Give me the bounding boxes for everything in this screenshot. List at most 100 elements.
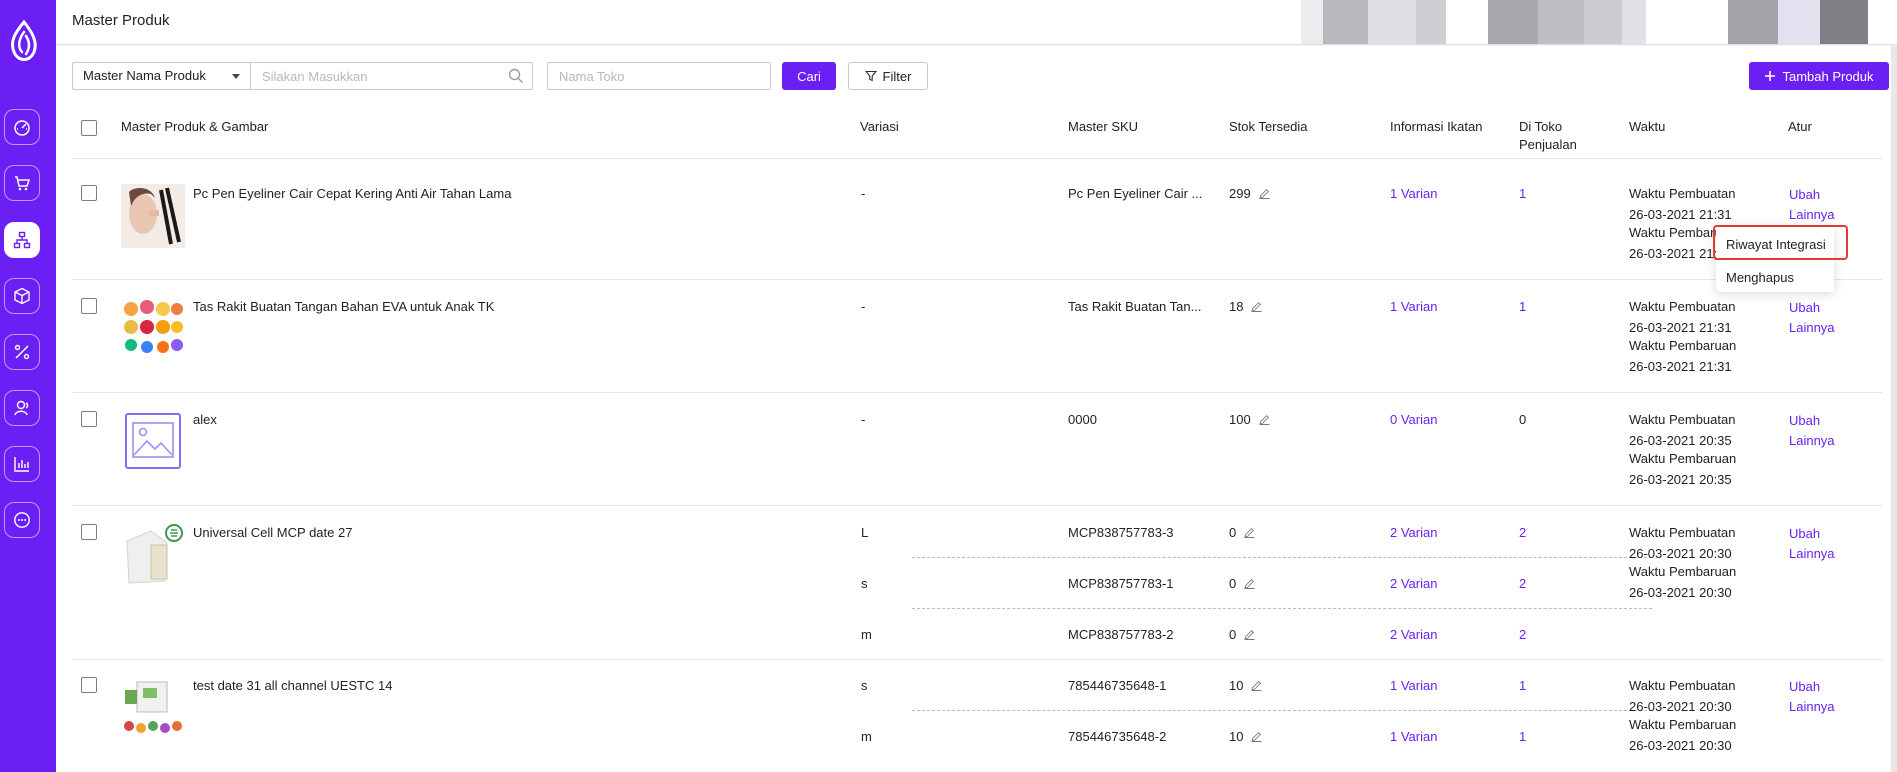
product-image[interactable] [121,184,185,248]
image-placeholder-icon[interactable] [123,411,183,471]
product-image[interactable] [121,297,185,361]
hierarchy-icon [13,231,31,249]
nav-orders[interactable] [4,165,40,201]
add-product-button[interactable]: Tambah Produk [1749,62,1889,90]
stores-link[interactable]: 1 [1519,728,1526,746]
edit-stock-icon[interactable] [1244,527,1255,538]
nav-dashboard[interactable] [4,109,40,145]
product-name[interactable]: test date 31 all channel UESTC 14 [193,677,392,695]
nav-products[interactable] [4,222,40,258]
edit-link[interactable]: Ubah [1789,678,1820,696]
nav-inventory[interactable] [4,278,40,314]
binding-info-link[interactable]: 1 Varian [1390,728,1437,746]
edit-link[interactable]: Ubah [1789,525,1820,543]
updated-time: 26-03-2021 20:35 [1629,472,1732,487]
shop-name-input[interactable] [547,62,771,90]
menu-item-delete[interactable]: Menghapus [1726,270,1794,285]
stores-link[interactable]: 1 [1519,185,1526,203]
account-blur [1488,0,1538,44]
edit-stock-icon[interactable] [1251,301,1262,312]
search-input[interactable] [250,62,533,90]
more-link[interactable]: Lainnya [1789,698,1835,716]
created-label: Waktu Pembuatan [1629,412,1736,427]
variation: s [861,678,868,693]
variant-divider [912,557,1652,558]
account-blur [1538,0,1584,44]
stores-link[interactable]: 2 [1519,524,1526,542]
column-header: Master Produk & Gambar [121,119,269,134]
scrollbar[interactable] [1891,46,1897,772]
stock-value: 10 [1229,729,1244,744]
binding-info-link[interactable]: 1 Varian [1390,298,1437,316]
product-name[interactable]: Universal Cell MCP date 27 [193,524,352,542]
stock-value: 0 [1229,627,1237,642]
row-checkbox[interactable] [81,677,97,693]
more-link[interactable]: Lainnya [1789,319,1835,337]
app-logo[interactable] [6,18,42,68]
row-checkbox[interactable] [81,524,97,540]
binding-info-link[interactable]: 0 Varian [1390,411,1437,429]
stock-cell: 18 [1229,298,1262,316]
column-header: Master SKU [1068,119,1139,134]
product-name[interactable]: Tas Rakit Buatan Tangan Bahan EVA untuk … [193,298,494,316]
edit-stock-icon[interactable] [1251,680,1262,691]
edit-stock-icon[interactable] [1244,629,1255,640]
created-label: Waktu Pembuatan [1629,678,1736,693]
row-divider [72,505,1882,506]
edit-link[interactable]: Ubah [1789,186,1820,204]
stock-cell: 10 [1229,728,1262,746]
percent-icon [14,344,30,360]
variation: L [861,525,869,540]
top-bar: Master Produk [56,0,1897,45]
row-checkbox[interactable] [81,185,97,201]
row-divider [72,659,1882,660]
stock-value: 10 [1229,678,1244,693]
search-type-select[interactable]: Master Nama Produk [72,62,251,90]
master-sku: Tas Rakit Buatan Tan... [1068,299,1202,314]
variation: m [861,729,872,744]
caret-down-icon [232,74,240,79]
more-link[interactable]: Lainnya [1789,206,1835,224]
nav-customers[interactable] [4,390,40,426]
filter-icon [864,70,877,82]
created-time: 26-03-2021 20:35 [1629,433,1732,448]
row-checkbox[interactable] [81,298,97,314]
avatar-blur [1728,0,1778,44]
variation: m [861,627,872,642]
edit-stock-icon[interactable] [1251,731,1262,742]
product-image[interactable] [121,676,185,740]
stores-link[interactable]: 1 [1519,677,1526,695]
product-name[interactable]: Pc Pen Eyeliner Cair Cepat Kering Anti A… [193,185,511,203]
stores-link[interactable]: 2 [1519,626,1526,644]
binding-info-link[interactable]: 2 Varian [1390,575,1437,593]
more-link[interactable]: Lainnya [1789,432,1835,450]
stores-link[interactable]: 1 [1519,298,1526,316]
edit-stock-icon[interactable] [1244,578,1255,589]
row-checkbox[interactable] [81,411,97,427]
stock-cell: 0 [1229,575,1255,593]
select-all-checkbox[interactable] [81,120,97,136]
binding-info-link[interactable]: 1 Varian [1390,185,1437,203]
stores-link[interactable]: 2 [1519,575,1526,593]
created-time: 26-03-2021 20:30 [1629,699,1732,714]
edit-link[interactable]: Ubah [1789,412,1820,430]
stock-value: 100 [1229,412,1251,427]
more-link[interactable]: Lainnya [1789,545,1835,563]
product-name[interactable]: alex [193,411,217,429]
column-header: Atur [1788,119,1812,134]
edit-stock-icon[interactable] [1259,414,1270,425]
updated-label: Waktu Pembaruan [1629,451,1737,466]
edit-stock-icon[interactable] [1259,188,1270,199]
search-icon[interactable] [508,68,524,84]
created-label: Waktu Pembuatan [1629,186,1736,201]
edit-link[interactable]: Ubah [1789,299,1820,317]
binding-info-link[interactable]: 2 Varian [1390,524,1437,542]
nav-reports[interactable] [4,446,40,482]
binding-info-link[interactable]: 2 Varian [1390,626,1437,644]
filter-button[interactable]: Filter [848,62,928,90]
nav-promotions[interactable] [4,334,40,370]
product-image[interactable] [121,523,185,587]
nav-chat[interactable] [4,502,40,538]
search-button[interactable]: Cari [782,62,836,90]
binding-info-link[interactable]: 1 Varian [1390,677,1437,695]
